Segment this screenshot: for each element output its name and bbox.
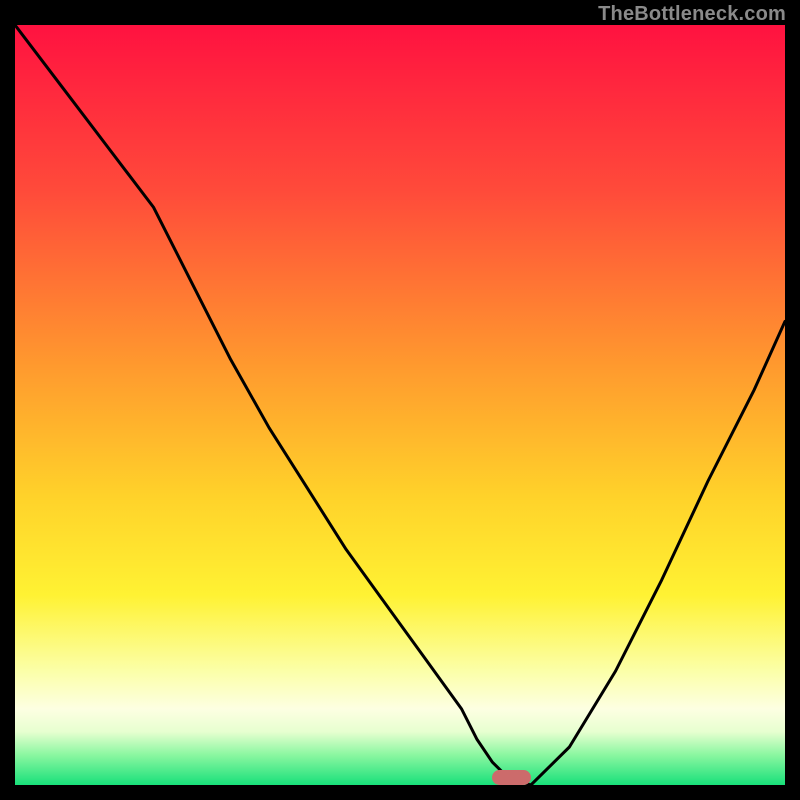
bottleneck-curve [15,25,785,785]
optimal-marker [492,770,531,785]
watermark-text: TheBottleneck.com [598,3,786,26]
chart-frame: TheBottleneck.com [0,0,800,800]
plot-area [15,25,785,785]
